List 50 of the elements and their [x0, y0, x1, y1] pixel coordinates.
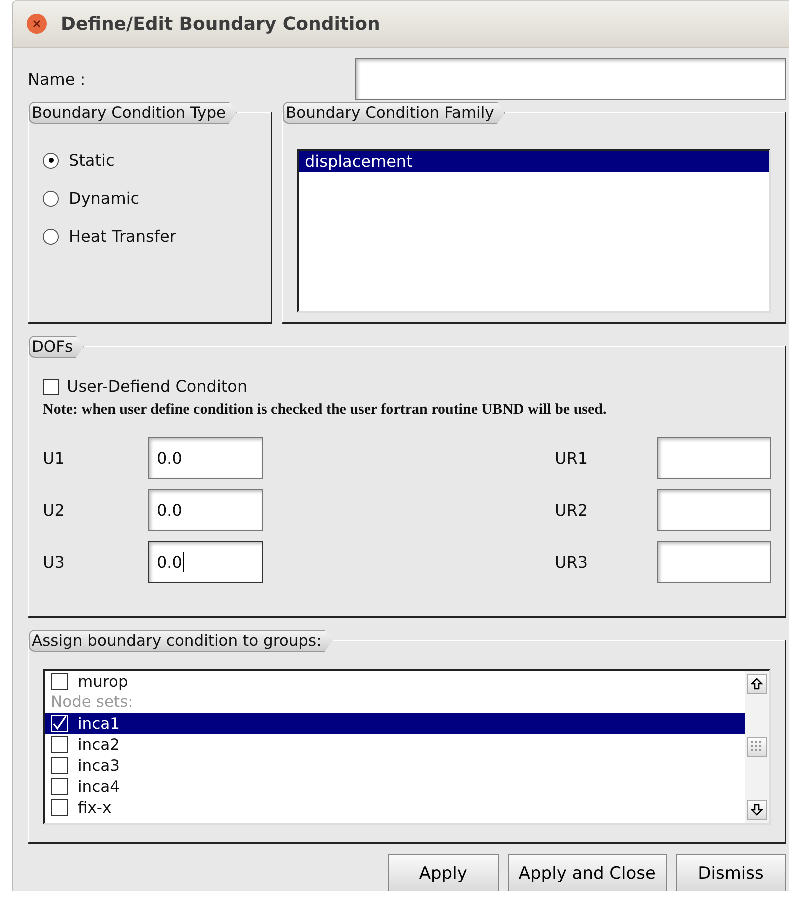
scrollbar[interactable] [745, 671, 769, 823]
input-field[interactable]: 0.0 [148, 437, 263, 479]
dof-label: U2 [43, 500, 66, 520]
checkbox[interactable] [51, 736, 68, 753]
close-icon [32, 19, 42, 29]
input-field[interactable] [656, 541, 771, 583]
dof-label: U3 [43, 552, 66, 572]
radio-button[interactable] [43, 228, 59, 244]
group-title: Boundary Condition Family [283, 102, 506, 124]
group-title: Assign boundary condition to groups: [29, 630, 333, 652]
checkbox[interactable] [51, 778, 68, 795]
list-item[interactable]: inca4 [45, 776, 745, 797]
list-item[interactable]: inca1 [45, 713, 745, 734]
radio-label[interactable]: Heat Transfer [69, 227, 176, 246]
name-field[interactable] [355, 58, 786, 100]
dof-label: UR2 [555, 500, 590, 520]
name-label: Name : [28, 70, 86, 88]
list-item[interactable]: displacement [299, 151, 769, 172]
checkbox-label[interactable]: User-Defiend Conditon [67, 377, 248, 396]
close-button[interactable] [27, 14, 47, 34]
radio-label[interactable]: Dynamic [69, 189, 140, 208]
scroll-up-button[interactable] [747, 674, 767, 694]
list-header: Node sets: [50, 692, 134, 713]
checkbox[interactable] [43, 378, 59, 394]
group-title: DOFs [29, 336, 84, 358]
input-field[interactable] [656, 437, 771, 479]
checkbox[interactable] [51, 757, 68, 774]
dialog-button[interactable]: Dismiss [676, 854, 786, 891]
dialog-button[interactable]: Apply and Close [508, 854, 667, 891]
radio-button[interactable] [43, 152, 59, 168]
dof-label: U1 [43, 448, 66, 468]
list-item[interactable]: murop [45, 671, 745, 692]
dof-label: UR1 [555, 448, 590, 468]
radio-button[interactable] [43, 190, 59, 206]
note-text: Note: when user define condition is checked the user fortran routine UBND will be used. [43, 402, 608, 419]
input-field[interactable]: 0.0 [148, 541, 263, 583]
dof-label: UR3 [555, 552, 590, 572]
scroll-down-button[interactable] [747, 800, 767, 820]
list-item[interactable]: inca3 [45, 755, 745, 776]
scroll-thumb[interactable] [747, 737, 767, 757]
checkbox[interactable] [51, 673, 68, 690]
input-field[interactable] [656, 489, 771, 531]
input-field[interactable]: 0.0 [148, 489, 263, 531]
checkbox[interactable] [51, 799, 68, 816]
list-item[interactable]: fix-x [45, 797, 745, 818]
list-item[interactable]: inca2 [45, 734, 745, 755]
window-title: Define/Edit Boundary Condition [61, 14, 380, 34]
group-title: Boundary Condition Type [29, 102, 238, 124]
dialog-button[interactable]: Apply [388, 854, 499, 891]
radio-label[interactable]: Static [69, 151, 115, 170]
